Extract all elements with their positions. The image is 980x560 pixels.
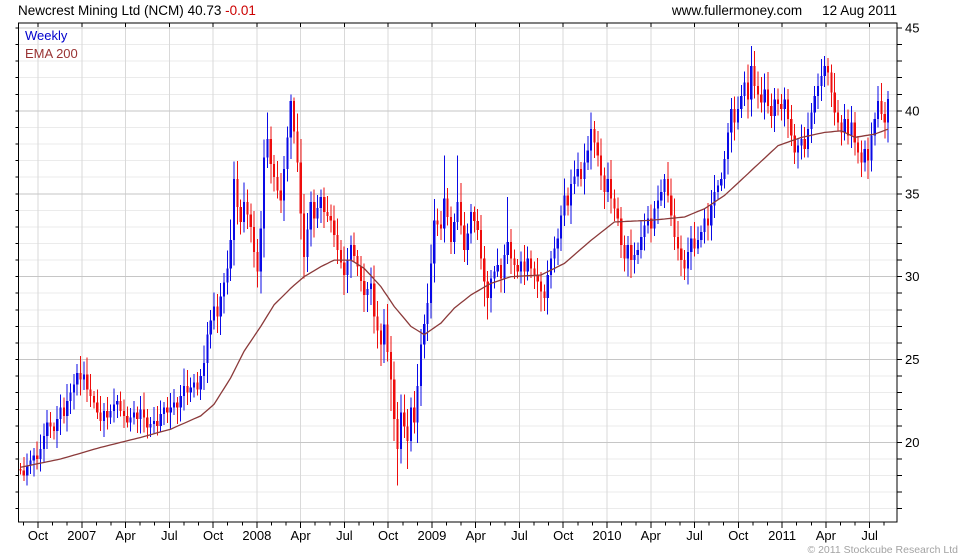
- price-change: -0.01: [225, 3, 256, 18]
- copyright-notice: © 2011 Stockcube Research Ltd: [807, 544, 958, 556]
- chart-title-bar: Newcrest Mining Ltd (NCM) 40.73 -0.01: [18, 3, 256, 18]
- instrument-title: Newcrest Mining Ltd (NCM): [18, 3, 184, 18]
- website-watermark: www.fullermoney.com: [671, 3, 803, 18]
- y-axis-label: 20: [905, 435, 919, 450]
- chart-window: 20 25 30 35 40 45 Oct 2007 Apr Jul Oct 2008 Apr Jul Oc…: [0, 0, 980, 560]
- chart-header-right: www.fullermoney.com 12 Aug 2011: [672, 3, 897, 18]
- x-axis-label: Jul: [861, 528, 878, 543]
- y-axis-label: 30: [905, 269, 919, 284]
- x-axis-label: Apr: [641, 528, 662, 543]
- y-axis-label: 35: [905, 186, 919, 201]
- x-axis-label: Jul: [336, 528, 353, 543]
- x-axis-label: Oct: [203, 528, 224, 543]
- y-axis-label: 25: [905, 352, 919, 367]
- x-axis-label: Jul: [511, 528, 528, 543]
- x-axis-label: Apr: [816, 528, 837, 543]
- x-axis-label: Apr: [115, 528, 136, 543]
- x-axis-label: Apr: [291, 528, 312, 543]
- x-axis-label: 2010: [593, 528, 622, 543]
- x-axis-label: Oct: [728, 528, 749, 543]
- last-price: 40.73: [187, 3, 222, 18]
- x-axis-label: 2008: [242, 528, 271, 543]
- y-axis-label: 45: [905, 20, 919, 35]
- x-axis-label: 2007: [67, 528, 96, 543]
- x-axis-label: Oct: [28, 528, 49, 543]
- x-axis-label: 2009: [417, 528, 446, 543]
- legend-weekly-label: Weekly: [25, 28, 68, 43]
- x-axis-label: 2011: [768, 528, 796, 543]
- legend-ema-label: EMA 200: [25, 46, 78, 61]
- x-axis-label: Jul: [686, 528, 703, 543]
- y-axis-label: 40: [905, 103, 919, 118]
- x-axis-label: Apr: [466, 528, 487, 543]
- x-axis-label: Oct: [553, 528, 574, 543]
- x-axis-label: Jul: [161, 528, 178, 543]
- x-axis-label: Oct: [378, 528, 399, 543]
- chart-legend: Weekly EMA 200: [25, 27, 78, 63]
- price-chart-canvas: 20 25 30 35 40 45 Oct 2007 Apr Jul Oct 2008 Apr Jul Oc…: [15, 20, 919, 543]
- chart-date: 12 Aug 2011: [822, 3, 897, 18]
